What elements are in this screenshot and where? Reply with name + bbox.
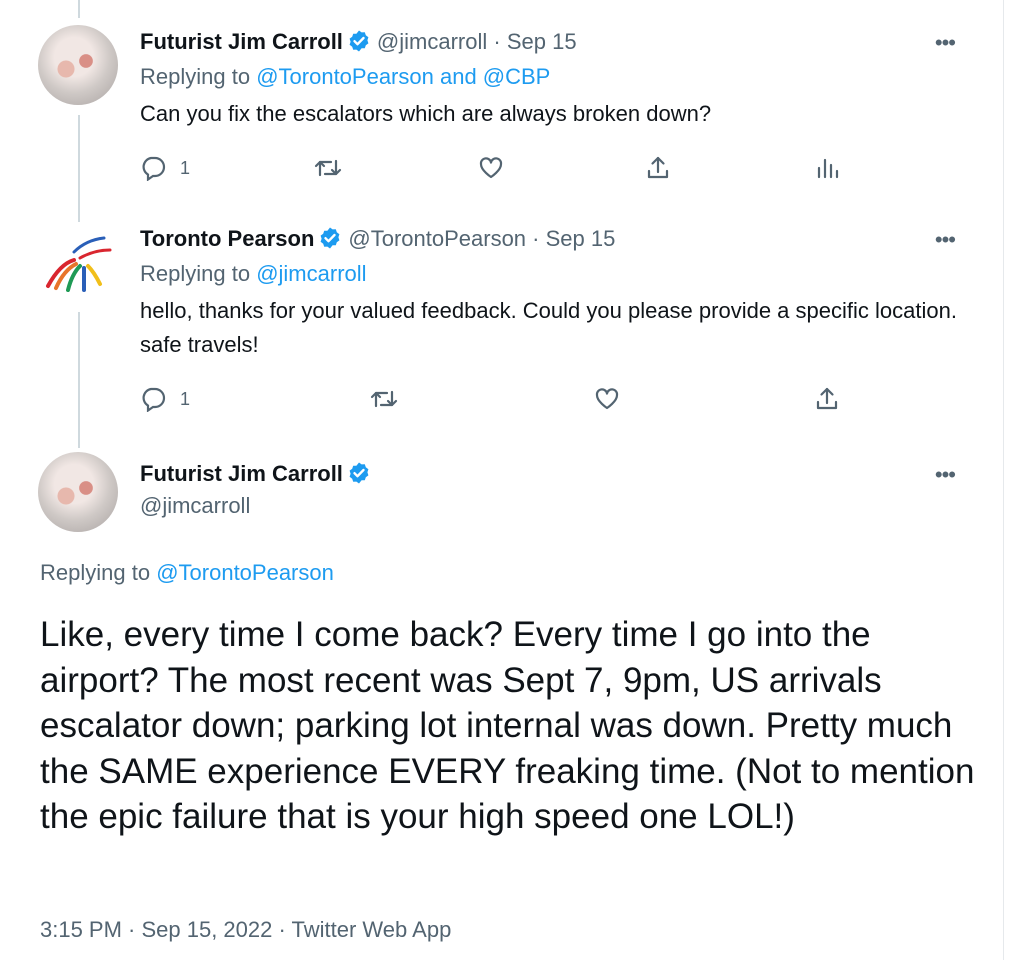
replying-handles[interactable]: @TorontoPearson and @CBP (256, 64, 550, 89)
share-button[interactable] (814, 386, 840, 412)
separator: · (532, 226, 540, 251)
like-icon (594, 386, 620, 412)
display-name[interactable]: Futurist Jim Carroll (140, 29, 343, 54)
tweet-actions: 1 (140, 386, 840, 416)
avatar[interactable] (38, 226, 118, 306)
tweet-text-large: Like, every time I come back? Every time… (40, 615, 975, 836)
tweet-timestamp[interactable]: 3:15 PM · Sep 15, 2022 · Twitter Web App (40, 916, 451, 944)
reply-button[interactable]: 1 (140, 155, 190, 181)
reply-count: 1 (180, 388, 191, 409)
timeline-border (1003, 0, 1004, 960)
tweet-header: Futurist Jim Carroll (140, 461, 377, 491)
replying-prefix: Replying to (140, 261, 251, 286)
verified-badge-icon (347, 29, 371, 59)
retweet-icon (314, 155, 342, 181)
separator: · (493, 29, 501, 54)
tweet-2[interactable]: Toronto Pearson @TorontoPearson · Sep 15 … (0, 200, 1000, 450)
handle[interactable]: @jimcarroll (140, 493, 250, 519)
replying-to: Replying to @TorontoPearson (40, 560, 334, 586)
retweet-button[interactable] (314, 155, 342, 181)
verified-badge-icon (318, 226, 342, 256)
handle[interactable]: @jimcarroll (377, 29, 487, 54)
more-icon[interactable]: ••• (935, 227, 956, 253)
share-icon (814, 386, 840, 412)
verified-badge-icon (347, 461, 371, 491)
replying-prefix: Replying to (40, 560, 151, 585)
retweet-icon (370, 386, 398, 412)
replying-handles[interactable]: @jimcarroll (256, 261, 366, 286)
reply-count: 1 (180, 157, 191, 178)
reply-icon (140, 155, 166, 181)
date[interactable]: Sep 15 (507, 29, 577, 54)
tweet-header: Toronto Pearson @TorontoPearson · Sep 15 (140, 226, 615, 256)
avatar[interactable] (38, 452, 118, 532)
tweet-header: Futurist Jim Carroll @jimcarroll · Sep 15 (140, 29, 577, 59)
reply-icon (140, 386, 166, 412)
replying-handles[interactable]: @TorontoPearson (156, 560, 334, 585)
replying-to: Replying to @jimcarroll (140, 261, 367, 287)
tweet-actions: 1 (140, 155, 900, 185)
reply-button[interactable]: 1 (140, 386, 190, 412)
analytics-button[interactable] (815, 155, 841, 181)
like-icon (478, 155, 504, 181)
date[interactable]: Sep 15 (546, 226, 616, 251)
toronto-pearson-logo (46, 236, 112, 292)
like-button[interactable] (594, 386, 620, 412)
tweet-1[interactable]: Futurist Jim Carroll @jimcarroll · Sep 15… (0, 0, 1000, 200)
share-icon (645, 155, 671, 181)
more-icon[interactable]: ••• (935, 30, 956, 56)
more-icon[interactable]: ••• (935, 462, 956, 488)
analytics-icon (815, 155, 841, 181)
display-name[interactable]: Toronto Pearson (140, 226, 314, 251)
like-button[interactable] (478, 155, 504, 181)
replying-prefix: Replying to (140, 64, 251, 89)
tweet-text: hello, thanks for your valued feedback. … (140, 298, 957, 357)
handle[interactable]: @TorontoPearson (348, 226, 526, 251)
replying-to: Replying to @TorontoPearson and @CBP (140, 64, 550, 90)
share-button[interactable] (645, 155, 671, 181)
display-name[interactable]: Futurist Jim Carroll (140, 461, 343, 486)
avatar[interactable] (38, 25, 118, 105)
retweet-button[interactable] (370, 386, 398, 412)
tweet-text: Can you fix the escalators which are alw… (140, 101, 712, 126)
